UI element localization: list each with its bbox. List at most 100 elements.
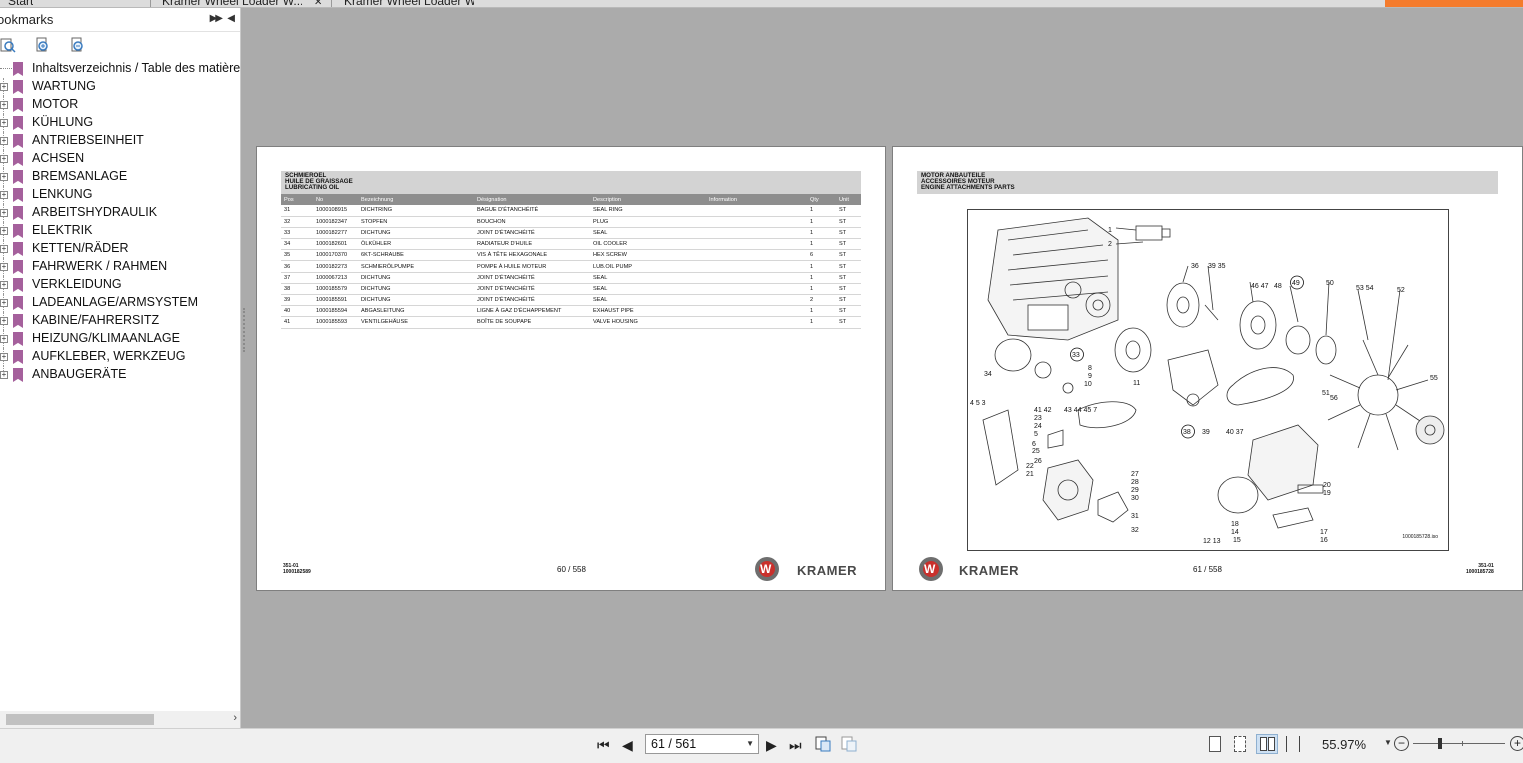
expand-icon[interactable]: + xyxy=(0,281,8,289)
bookmark-item[interactable]: + KETTEN/RÄDER xyxy=(0,240,240,258)
table-cell: 39 xyxy=(281,294,313,307)
bookmark-item[interactable]: + ACHSEN xyxy=(0,150,240,168)
last-page-icon[interactable]: ⏭ xyxy=(789,737,802,754)
brand-name: KRAMER xyxy=(959,563,1020,578)
bookmark-item[interactable]: + LENKUNG xyxy=(0,186,240,204)
previous-page-icon[interactable]: ◀ xyxy=(622,737,633,754)
section-title-en: LUBRICATING OIL xyxy=(285,184,340,191)
callout-label: 36 xyxy=(1191,263,1199,270)
bookmark-options-icon[interactable] xyxy=(0,37,16,53)
expand-icon[interactable]: + xyxy=(0,263,8,271)
expand-icon[interactable]: + xyxy=(0,371,8,379)
bookmark-item[interactable]: + ANTRIEBSEINHEIT xyxy=(0,132,240,150)
bookmark-item[interactable]: + KABINE/FAHRERSITZ xyxy=(0,312,240,330)
table-cell: ST xyxy=(836,205,861,217)
tab-document-1[interactable]: Kramer Wheel Loader W... xyxy=(162,0,302,7)
table-cell: ST xyxy=(836,216,861,228)
table-cell: VIS À TÊTE HEXAGONALE xyxy=(474,249,590,262)
next-view-icon[interactable] xyxy=(840,735,858,753)
bookmark-item[interactable]: + HEIZUNG/KLIMAANLAGE xyxy=(0,330,240,348)
callout-label: 5 xyxy=(1034,431,1038,438)
expand-bookmark-icon[interactable] xyxy=(34,37,50,53)
expand-icon[interactable]: + xyxy=(0,245,8,253)
expand-icon[interactable]: + xyxy=(0,155,8,163)
exploded-parts-diagram: 1 2 36 39 35 46 47 48 49 50 53 54 52 33 34 8 9 10 11 55 5… xyxy=(967,209,1449,551)
page-number-input[interactable]: 61 / 561 ▼ xyxy=(645,734,759,754)
bookmarks-toolbar xyxy=(0,34,240,56)
table-cell: ÖLKÜHLER xyxy=(358,238,474,251)
table-cell: BOÎTE DE SOUPAPE xyxy=(474,316,590,329)
bookmark-item[interactable]: + FAHRWERK / RAHMEN xyxy=(0,258,240,276)
collapse-panel-icon[interactable]: ◀ xyxy=(227,13,235,24)
callout-label: 27 xyxy=(1131,471,1139,478)
zoom-level[interactable]: 55.97% xyxy=(1322,737,1366,752)
expand-icon[interactable]: + xyxy=(0,191,8,199)
callout-label: 24 xyxy=(1034,423,1042,430)
bookmark-item[interactable]: + VERKLEIDUNG xyxy=(0,276,240,294)
column-header: Information xyxy=(706,194,807,205)
panel-options-icon[interactable]: ▶▶ xyxy=(210,13,223,24)
chevron-down-icon[interactable]: ▼ xyxy=(746,739,754,748)
expand-icon[interactable]: + xyxy=(0,173,8,181)
single-page-view-icon[interactable] xyxy=(1209,736,1221,752)
tab-close-icon[interactable]: ✕ xyxy=(314,0,322,7)
expand-icon[interactable]: + xyxy=(0,101,8,109)
bookmark-item[interactable]: + MOTOR xyxy=(0,96,240,114)
bookmark-item[interactable]: + BREMSANLAGE xyxy=(0,168,240,186)
expand-icon[interactable]: + xyxy=(0,317,8,325)
bookmark-item[interactable]: + KÜHLUNG xyxy=(0,114,240,132)
bookmark-item[interactable]: + WARTUNG xyxy=(0,78,240,96)
expand-icon[interactable]: + xyxy=(0,137,8,145)
expand-icon[interactable]: + xyxy=(0,209,8,217)
table-row: 41 1000185593 VENTILGEHÄUSE BOÎTE DE SOUPAP… xyxy=(281,316,861,329)
scrollbar-thumb[interactable] xyxy=(6,714,154,725)
panel-splitter[interactable] xyxy=(243,308,247,352)
callout-label: 53 54 xyxy=(1356,285,1374,292)
bookmark-item[interactable]: + ANBAUGERÄTE xyxy=(0,366,240,384)
bookmark-item[interactable]: + ARBEITSHYDRAULIK xyxy=(0,204,240,222)
expand-icon[interactable]: + xyxy=(0,299,8,307)
expand-icon[interactable]: + xyxy=(0,119,8,127)
callout-label: 19 xyxy=(1323,490,1331,497)
table-cell: ABGASLEITUNG xyxy=(358,305,474,318)
table-cell: 1 xyxy=(807,205,836,217)
bookmark-item[interactable]: + ELEKTRIK xyxy=(0,222,240,240)
zoom-out-icon[interactable]: − xyxy=(1394,736,1409,751)
bookmark-item[interactable]: + AUFKLEBER, WERKZEUG xyxy=(0,348,240,366)
bookmark-icon xyxy=(13,224,23,238)
find-bookmark-icon[interactable] xyxy=(69,37,85,53)
next-page-icon[interactable]: ▶ xyxy=(766,737,777,754)
zoom-slider-thumb[interactable] xyxy=(1438,738,1442,749)
zoom-slider-track[interactable] xyxy=(1413,743,1505,744)
bookmark-icon xyxy=(13,314,23,328)
table-row: 32 1000182347 STOPFEN BOUCHON PLUG 1 ST xyxy=(281,216,861,228)
callout-label: 31 xyxy=(1131,513,1139,520)
tab-document-2[interactable]: Kramer Wheel Loader W... xyxy=(344,0,474,7)
expand-icon[interactable]: + xyxy=(0,353,8,361)
callout-label: 18 xyxy=(1231,521,1239,528)
expand-icon[interactable]: + xyxy=(0,335,8,343)
bookmark-item[interactable]: + LADEANLAGE/ARMSYSTEM xyxy=(0,294,240,312)
first-page-icon[interactable]: ⏮ xyxy=(597,737,610,754)
tab-start[interactable]: Start xyxy=(8,0,33,7)
horizontal-scrollbar[interactable]: › xyxy=(0,711,240,728)
table-cell: OIL COOLER xyxy=(590,238,706,251)
table-cell: STOPFEN xyxy=(358,216,474,228)
table-cell xyxy=(706,294,807,307)
zoom-dropdown-icon[interactable]: ▼ xyxy=(1384,738,1392,747)
bookmark-icon xyxy=(13,206,23,220)
expand-icon[interactable]: + xyxy=(0,227,8,235)
facing-view-icon[interactable] xyxy=(1256,734,1278,754)
bookmark-item[interactable]: Inhaltsverzeichnis / Table des matières xyxy=(0,60,240,78)
bookmark-icon xyxy=(13,296,23,310)
callout-label: 32 xyxy=(1131,527,1139,534)
previous-view-icon[interactable] xyxy=(814,735,832,753)
table-cell: SCHMIERÖLPUMPE xyxy=(358,260,474,273)
table-cell: 33 xyxy=(281,227,313,240)
expand-icon[interactable]: + xyxy=(0,83,8,91)
continuous-facing-view-icon[interactable] xyxy=(1286,736,1300,752)
zoom-in-icon[interactable]: + xyxy=(1510,736,1523,751)
callout-label: 50 xyxy=(1326,280,1334,287)
scroll-right-icon[interactable]: › xyxy=(233,712,237,724)
continuous-view-icon[interactable] xyxy=(1234,736,1246,752)
